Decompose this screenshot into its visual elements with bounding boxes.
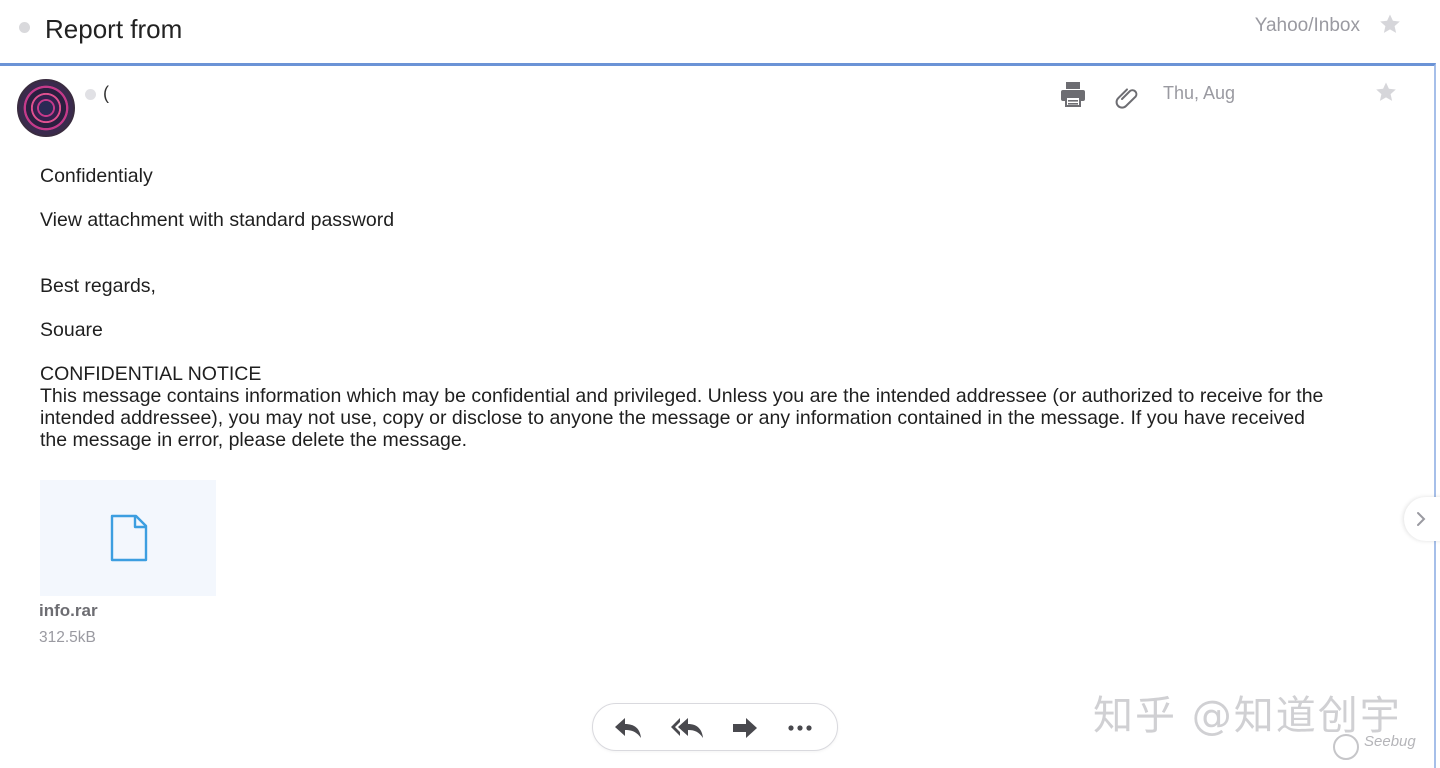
attachment-size: 312.5kB (39, 629, 96, 646)
forward-icon[interactable] (730, 714, 760, 742)
sender-status-dot (85, 89, 96, 100)
message-card: ( Thu, Aug Confidentialy View attachment… (0, 63, 1440, 768)
sender-name[interactable]: ( (103, 83, 109, 104)
zhihu-watermark: 知乎 @知道创宇 (1093, 693, 1402, 739)
file-icon (110, 514, 148, 562)
sender-avatar[interactable] (17, 79, 75, 137)
chevron-right-icon (1417, 512, 1426, 526)
seebug-logo-icon (1333, 734, 1359, 760)
unread-indicator[interactable] (19, 22, 30, 33)
star-icon[interactable] (1378, 12, 1402, 36)
next-message-button[interactable] (1404, 497, 1440, 541)
body-line: View attachment with standard password (40, 209, 395, 231)
star-icon[interactable] (1374, 80, 1398, 104)
email-subject: Report from (45, 14, 183, 44)
reply-icon[interactable] (613, 714, 643, 742)
folder-label[interactable]: Yahoo/Inbox (1255, 15, 1360, 37)
reply-all-icon[interactable] (670, 714, 704, 742)
body-line: Confidentialy (40, 165, 153, 187)
notice-title: CONFIDENTIAL NOTICE (40, 363, 262, 385)
more-icon[interactable] (785, 714, 815, 742)
confidential-notice: CONFIDENTIAL NOTICE This message contain… (40, 363, 1330, 451)
message-date: Thu, Aug (1163, 83, 1236, 103)
paperclip-icon[interactable] (1114, 84, 1140, 110)
attachment-name[interactable]: info.rar (39, 601, 98, 621)
message-action-toolbar (592, 703, 838, 751)
seebug-watermark: Seebug (1364, 733, 1416, 750)
body-line: Souare (40, 319, 103, 341)
print-icon[interactable] (1058, 80, 1088, 108)
notice-text: This message contains information which … (40, 385, 1324, 451)
body-line: Best regards, (40, 275, 156, 297)
email-header: Report from Yahoo/Inbox (0, 0, 1440, 64)
attachment-thumbnail[interactable] (40, 480, 216, 596)
